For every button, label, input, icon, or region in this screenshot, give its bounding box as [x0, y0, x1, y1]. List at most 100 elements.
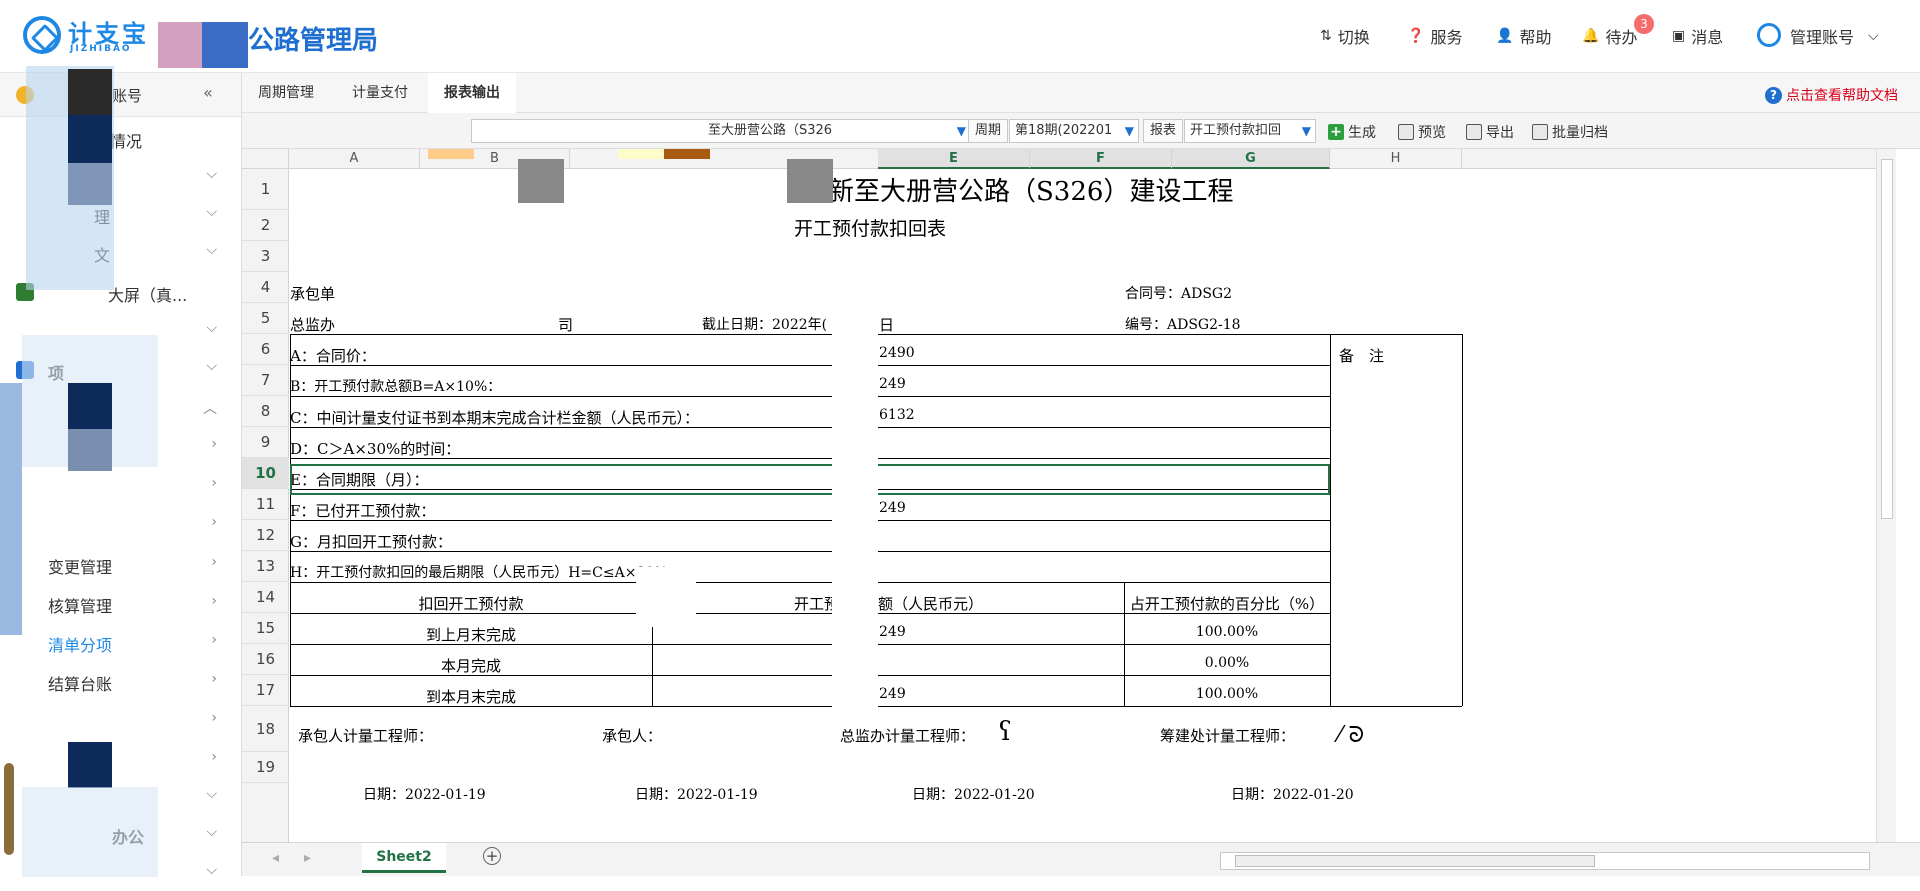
vertical-scroll-thumb[interactable]	[1881, 159, 1893, 519]
cell-a6: A：合同价：	[290, 347, 376, 365]
cell-e8: 6132	[879, 407, 915, 423]
redaction-block	[68, 429, 112, 471]
table-row: 到本月末完成	[425, 688, 516, 704]
vertical-scrollbar[interactable]	[1876, 149, 1896, 842]
row-header[interactable]: 15	[242, 613, 289, 644]
row-header[interactable]: 7	[242, 365, 289, 396]
generate-button[interactable]: + 生成	[1328, 122, 1376, 142]
service-button[interactable]: ❓ 服务	[1407, 24, 1462, 48]
sidebar-subitem[interactable]: ›	[0, 701, 241, 739]
table-cell: 0.00%	[1204, 655, 1250, 671]
tab-payment[interactable]: 计量支付	[336, 73, 424, 113]
row-header[interactable]: 9	[242, 427, 289, 458]
export-button[interactable]: 导出	[1466, 122, 1514, 142]
sidebar-item-change-mgmt[interactable]: 变更管理 ›	[0, 545, 241, 583]
cell-h6: 备 注	[1339, 347, 1385, 365]
switch-button[interactable]: ⇅ 切换	[1320, 24, 1370, 48]
sidebar-subitem[interactable]: ›	[0, 466, 241, 504]
row-header[interactable]: 19	[242, 752, 289, 783]
row-header[interactable]: 14	[242, 582, 289, 613]
scroll-right-icon[interactable]: ▸	[304, 850, 311, 866]
row-header[interactable]: 3	[242, 241, 289, 272]
horizontal-scroll-thumb[interactable]	[1235, 855, 1595, 867]
table-row: 本月完成	[440, 657, 501, 675]
table-header: 占开工预付款的百分比（%）	[1129, 595, 1325, 613]
help-doc-link[interactable]: ? 点击查看帮助文档	[1765, 85, 1898, 105]
scroll-left-icon[interactable]: ◂	[272, 850, 279, 866]
row-header[interactable]: 2	[242, 210, 289, 241]
chevron-down-icon: ⌵	[206, 786, 217, 802]
handwritten-signature: ʕ	[998, 717, 1012, 747]
horizontal-scrollbar[interactable]	[1220, 852, 1870, 870]
cell-e11: 249	[879, 500, 906, 516]
chevron-down-icon: ▼	[956, 124, 966, 138]
table-header: 扣回开工预付款	[418, 595, 524, 613]
cell-a7: B：开工预付款总额B=A×10%：	[290, 379, 502, 395]
row-header[interactable]: 16	[242, 644, 289, 675]
cell-a9: D：C＞A×30%的时间：	[290, 440, 461, 458]
row-header[interactable]: 12	[242, 520, 289, 551]
row-header[interactable]: 18	[242, 706, 289, 752]
cutoff-date-tail: 日	[879, 316, 895, 334]
redaction-block	[68, 742, 112, 788]
column-header[interactable]: H	[1330, 149, 1462, 169]
column-header[interactable]: A	[289, 149, 420, 169]
chevron-right-icon: ›	[211, 514, 217, 530]
sidebar-item-accounting[interactable]: 核算管理 ›	[0, 584, 241, 622]
select-all-corner[interactable]	[242, 149, 289, 169]
column-header[interactable]: G	[1172, 149, 1330, 169]
sidebar-item-ledger[interactable]: 结算台账 ›	[0, 662, 241, 700]
preview-button[interactable]: 预览	[1398, 122, 1446, 142]
sidebar-item-boq[interactable]: 清单分项 ›	[0, 623, 241, 661]
selected-range	[290, 464, 1330, 495]
chevron-right-icon: ›	[211, 710, 217, 726]
sidebar-subitem[interactable]: ›	[0, 740, 241, 778]
row-header[interactable]: 17	[242, 675, 289, 706]
tab-report-output[interactable]: 报表输出	[428, 73, 516, 113]
add-sheet-icon[interactable]: +	[483, 847, 501, 865]
column-header[interactable]: E	[878, 149, 1030, 169]
scroll-handle[interactable]	[4, 763, 14, 855]
row-header[interactable]: 8	[242, 396, 289, 427]
chevron-right-icon: ›	[211, 749, 217, 765]
gridline	[290, 334, 291, 582]
tab-period-mgmt[interactable]: 周期管理	[242, 73, 330, 113]
chevron-right-icon: ›	[211, 671, 217, 687]
project-select[interactable]: 至大册营公路（S326 ▼	[471, 119, 971, 143]
period-select[interactable]: 第18期(202201 ▼	[1009, 119, 1139, 143]
gridline	[290, 613, 1330, 614]
report-select[interactable]: 开工预付款扣回 ▼	[1184, 119, 1316, 143]
row-header[interactable]: 4	[242, 272, 289, 303]
cell-a12: G：月扣回开工预付款：	[290, 533, 452, 551]
sidebar-subitem[interactable]: ›	[0, 505, 241, 543]
gridline	[290, 520, 1330, 521]
row-header[interactable]: 10	[242, 458, 289, 489]
redaction-block	[832, 269, 878, 729]
chevron-right-icon: ›	[211, 632, 217, 648]
account-menu[interactable]: 管理账号 ⌵	[1790, 24, 1879, 48]
row-header[interactable]: 11	[242, 489, 289, 520]
gridline	[290, 396, 1330, 397]
batch-archive-button[interactable]: 批量归档	[1532, 122, 1608, 142]
cell-a11: F：已付开工预付款：	[290, 502, 436, 520]
redaction-block	[68, 383, 112, 429]
column-header-bar: A B E F G H	[242, 149, 1876, 169]
chevron-up-icon: ︿	[203, 401, 217, 417]
row-header[interactable]: 1	[242, 169, 289, 210]
row-header-bar: 1 2 3 4 5 6 7 8 9 10 11 12 13 14 15 16 17 18 19	[242, 169, 289, 842]
column-header[interactable]: F	[1030, 149, 1172, 169]
row-header[interactable]: 13	[242, 551, 289, 582]
cell-e6: 2490	[879, 345, 915, 361]
collapse-icon[interactable]: «	[203, 83, 213, 102]
logo-icon	[23, 16, 61, 54]
spreadsheet[interactable]: A B E F G H 1 2 3 4 5 6 7 8 9 10 11 12 13 14 15 16 17 18 1…	[242, 149, 1876, 842]
row-header[interactable]: 6	[242, 334, 289, 365]
signature-label: 承包人计量工程师：	[298, 727, 434, 745]
row-header[interactable]: 5	[242, 303, 289, 334]
table-cell: 249	[879, 686, 906, 702]
help-button[interactable]: 👤 帮助	[1496, 24, 1551, 48]
tab-sheet2[interactable]: Sheet2	[362, 843, 446, 873]
gridline	[290, 582, 291, 706]
message-button[interactable]: ▣ 消息	[1672, 24, 1723, 48]
todo-button[interactable]: 🔔 待办	[1582, 24, 1637, 48]
